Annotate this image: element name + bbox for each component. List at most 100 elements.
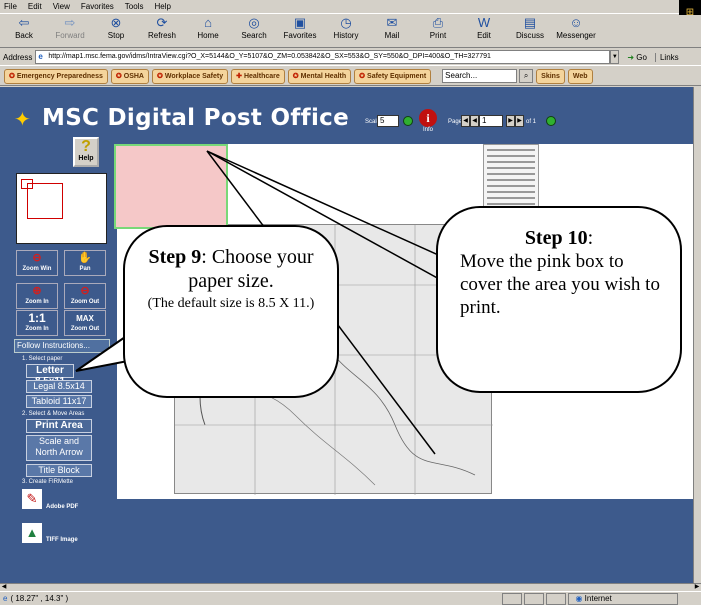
first-page-icon[interactable]: ◀ bbox=[461, 115, 470, 127]
skins-button[interactable]: Skins bbox=[536, 68, 565, 84]
search-icon: ◎ bbox=[248, 15, 260, 30]
refresh-icon: ⟳ bbox=[156, 15, 168, 30]
zoom-out-button[interactable]: ⊖ Zoom Out bbox=[64, 283, 106, 309]
follow-instructions-button[interactable]: Follow Instructions... bbox=[14, 339, 110, 353]
forward-arrow-icon: ⇨ bbox=[64, 15, 76, 30]
mail-icon: ✉ bbox=[386, 15, 398, 30]
link-mental-health[interactable]: ✪ Mental Health bbox=[287, 68, 352, 84]
history-icon: ◷ bbox=[340, 15, 352, 30]
scale-input[interactable]: 5 bbox=[377, 115, 399, 127]
scroll-left-icon[interactable]: ◀ bbox=[0, 584, 8, 591]
links-button[interactable]: Links bbox=[654, 52, 679, 62]
zoom-window-icon: ⊖ bbox=[32, 252, 42, 264]
menu-favorites[interactable]: Favorites bbox=[81, 2, 114, 11]
vertical-scrollbar[interactable] bbox=[693, 87, 701, 583]
edit-icon: W bbox=[477, 15, 491, 30]
link-healthcare[interactable]: ✚ Healthcare bbox=[231, 68, 285, 84]
step10-callout: Step 10: Move the pink box to cover the … bbox=[436, 206, 682, 393]
links-bar: ✪ Emergency Preparedness ✪ OSHA ✪ Workplace… bbox=[0, 67, 701, 86]
go-arrow-icon: ➜ bbox=[627, 52, 635, 62]
menu-tools[interactable]: Tools bbox=[125, 2, 144, 11]
scale-go-icon[interactable] bbox=[403, 116, 413, 126]
msc-logo-icon: ✦ bbox=[14, 109, 31, 131]
letter-size-button[interactable]: Letter 8.5x11 bbox=[26, 364, 74, 387]
page-label: Page bbox=[448, 119, 463, 125]
zoom-window-button[interactable]: ⊖ Zoom Win bbox=[16, 250, 58, 276]
overview-map[interactable] bbox=[16, 173, 107, 244]
pdf-label: Adobe PDF bbox=[46, 504, 79, 510]
safety-equipment-icon: ✪ bbox=[359, 72, 366, 80]
edit-button[interactable]: W Edit bbox=[464, 15, 504, 40]
toolbar-search-icon[interactable]: ⌕ bbox=[519, 69, 534, 83]
tabloid-size-button[interactable]: Tabloid 11x17 bbox=[26, 395, 92, 408]
messenger-button[interactable]: ☺ Messenger bbox=[556, 15, 596, 40]
status-cell bbox=[524, 592, 545, 605]
menu-edit[interactable]: Edit bbox=[28, 2, 42, 11]
address-input[interactable]: http://map1.msc.fema.gov/idms/IntraView.… bbox=[35, 50, 611, 64]
zoom-in-icon: ⊕ bbox=[32, 285, 42, 297]
stop-icon: ⊗ bbox=[110, 15, 122, 30]
info-icon: i bbox=[419, 109, 437, 127]
page-input[interactable]: 1 bbox=[479, 115, 503, 127]
menu-help[interactable]: Help bbox=[154, 2, 170, 11]
next-page-icon[interactable]: ▶ bbox=[506, 115, 515, 127]
max-button[interactable]: MAX Zoom Out bbox=[64, 310, 106, 336]
one-to-one-button[interactable]: 1:1 Zoom In bbox=[16, 310, 58, 336]
link-osha[interactable]: ✪ OSHA bbox=[110, 68, 149, 84]
pdf-icon[interactable]: ✎ bbox=[22, 489, 42, 509]
web-button[interactable]: Web bbox=[567, 68, 593, 84]
prev-page-icon[interactable]: ◀ bbox=[470, 115, 479, 127]
horizontal-scrollbar[interactable]: ◀ ▶ bbox=[0, 583, 701, 591]
history-button[interactable]: ◷ History bbox=[326, 15, 366, 40]
info-button[interactable]: i Info bbox=[416, 109, 440, 137]
last-page-icon[interactable]: ▶ bbox=[515, 115, 524, 127]
messenger-icon: ☺ bbox=[569, 15, 583, 30]
go-button[interactable]: ➜ Go bbox=[627, 53, 647, 62]
discuss-button[interactable]: ▤ Discuss bbox=[510, 15, 550, 40]
osha-icon: ✪ bbox=[115, 72, 122, 80]
tiff-image-icon[interactable]: ▲ bbox=[22, 523, 42, 543]
back-button[interactable]: ⇦ Back bbox=[4, 15, 44, 40]
step1-label: 1. Select paper bbox=[22, 356, 63, 362]
address-label: Address bbox=[3, 52, 33, 62]
legal-size-button[interactable]: Legal 8.5x14 bbox=[26, 380, 92, 393]
menu-file[interactable]: File bbox=[4, 2, 17, 11]
search-button[interactable]: ◎ Search bbox=[234, 15, 274, 40]
print-button[interactable]: ⎙ Print bbox=[418, 15, 458, 40]
home-icon: ⌂ bbox=[204, 15, 212, 30]
step9-callout: Step 9: Choose your paper size. (The def… bbox=[123, 225, 339, 398]
refresh-button[interactable]: ⟳ Refresh bbox=[142, 15, 182, 40]
zoom-out-icon: ⊖ bbox=[80, 285, 90, 297]
zoom-in-button[interactable]: ⊕ Zoom In bbox=[16, 283, 58, 309]
help-button[interactable]: ? Help bbox=[73, 137, 99, 167]
pan-button[interactable]: ✋ Pan bbox=[64, 250, 106, 276]
favorites-button[interactable]: ▣ Favorites bbox=[280, 15, 320, 40]
home-button[interactable]: ⌂ Home bbox=[188, 15, 228, 40]
link-safety-equipment[interactable]: ✪ Safety Equipment bbox=[354, 68, 432, 84]
status-bar: e ( 18.27" , 14.3" ) ◉ Internet bbox=[0, 591, 701, 605]
pan-hand-icon: ✋ bbox=[78, 252, 92, 264]
link-workplace-safety[interactable]: ✪ Workplace Safety bbox=[151, 68, 229, 84]
workplace-icon: ✪ bbox=[156, 72, 163, 80]
forward-button[interactable]: ⇨ Forward bbox=[50, 15, 90, 40]
scale-north-arrow-button[interactable]: Scale and North Arrow bbox=[26, 435, 92, 461]
stop-button[interactable]: ⊗ Stop bbox=[96, 15, 136, 40]
print-area-button[interactable]: Print Area bbox=[26, 419, 92, 433]
toolbar-search-input[interactable]: Search... bbox=[442, 69, 518, 83]
title-block-button[interactable]: Title Block bbox=[26, 464, 92, 477]
print-area-box[interactable] bbox=[114, 144, 228, 229]
mental-health-icon: ✪ bbox=[292, 72, 299, 80]
address-dropdown-icon[interactable]: ▼ bbox=[610, 50, 620, 64]
healthcare-cross-icon: ✚ bbox=[236, 72, 242, 80]
step2-label: 2. Select & Move Areas bbox=[22, 411, 85, 417]
menu-bar: File Edit View Favorites Tools Help bbox=[0, 0, 701, 14]
mail-button[interactable]: ✉ Mail bbox=[372, 15, 412, 40]
page-status-icon: e bbox=[3, 594, 8, 603]
scroll-right-icon[interactable]: ▶ bbox=[693, 584, 701, 591]
step10-text: Move the pink box to cover the area you … bbox=[460, 251, 660, 318]
page-go-icon[interactable] bbox=[546, 116, 556, 126]
security-zone: ◉ Internet bbox=[568, 592, 679, 605]
menu-view[interactable]: View bbox=[53, 2, 70, 11]
page-title: MSC Digital Post Office bbox=[42, 105, 350, 131]
link-emergency-preparedness[interactable]: ✪ Emergency Preparedness bbox=[4, 68, 108, 84]
